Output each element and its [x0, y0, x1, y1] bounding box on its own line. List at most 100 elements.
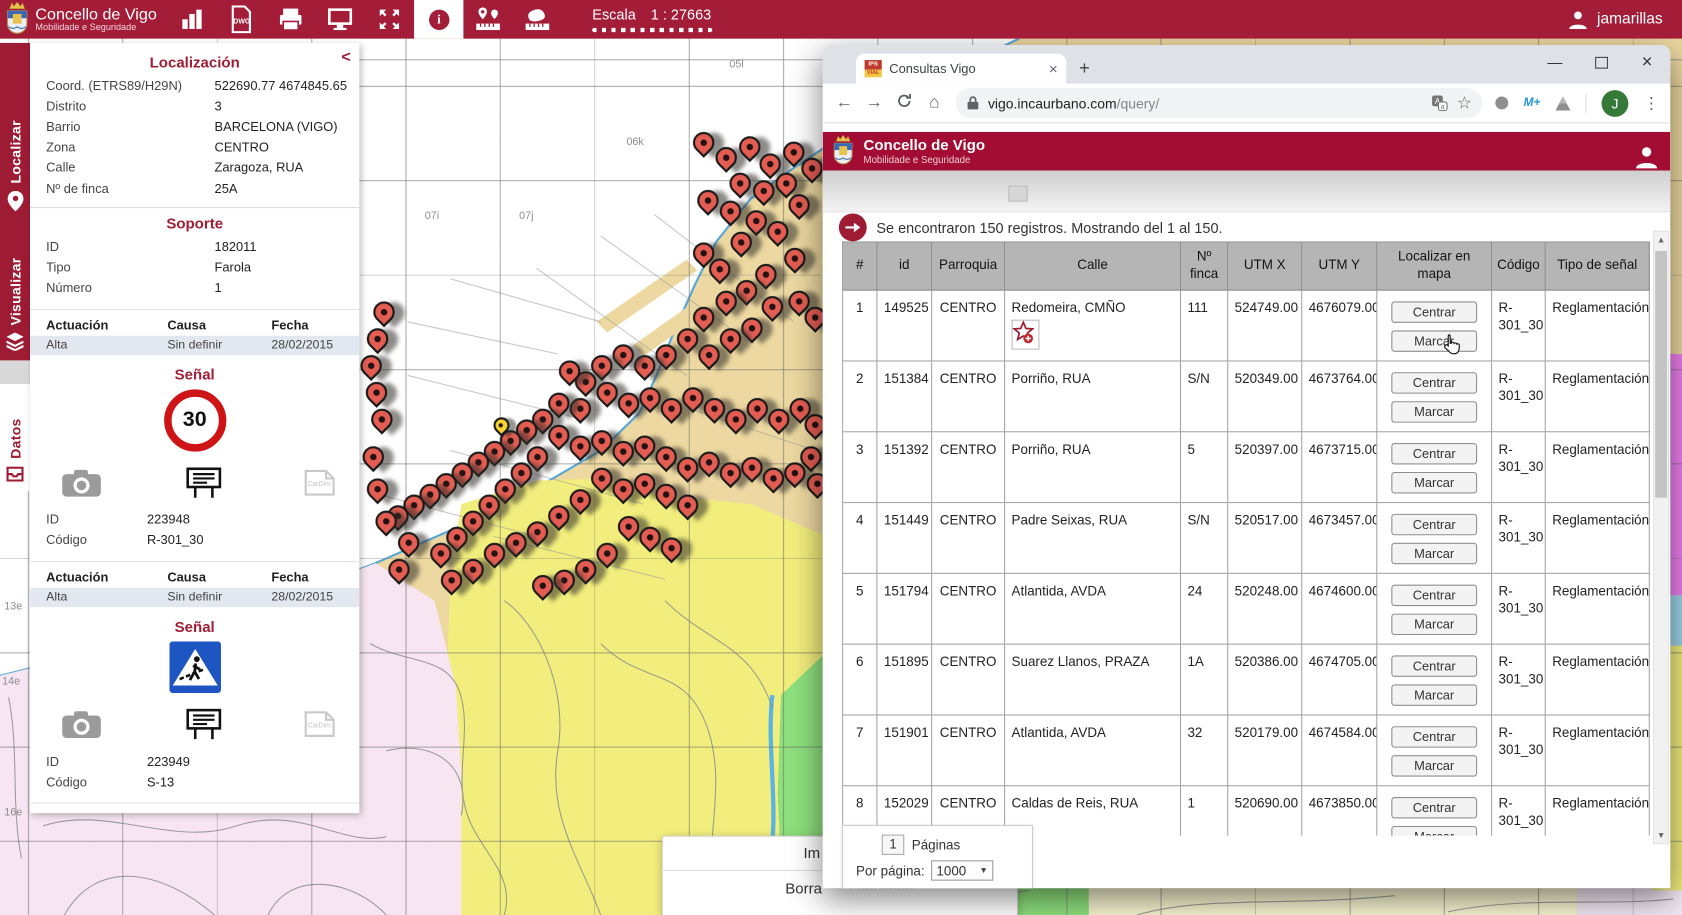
- centrar-button[interactable]: Centrar: [1391, 443, 1477, 464]
- per-page-select[interactable]: 1000 ▼: [931, 860, 993, 880]
- centrar-button[interactable]: Centrar: [1391, 514, 1477, 535]
- window-close-button[interactable]: ×: [1624, 45, 1670, 79]
- pages-label: Páginas: [912, 837, 960, 852]
- cell-finca: 111: [1181, 290, 1228, 361]
- imprimir-button-fragment[interactable]: Im: [803, 844, 820, 861]
- marcar-button[interactable]: Marcar: [1391, 330, 1477, 351]
- centrar-button[interactable]: Centrar: [1391, 301, 1477, 322]
- senal-2-fields: ID223949CódigoS-13: [30, 751, 359, 792]
- stats-button[interactable]: [167, 0, 216, 39]
- borrar-button-fragment[interactable]: Borra: [785, 880, 822, 897]
- tab-localizar-label: Localizar: [7, 120, 23, 183]
- cardim-icon[interactable]: CarDim: [304, 468, 336, 496]
- profile-avatar[interactable]: J: [1602, 90, 1629, 117]
- page-subtitle: Mobilidade e Seguridade: [864, 154, 986, 165]
- measure-distance-button[interactable]: [464, 0, 513, 39]
- cell-utmx: 524749.00: [1228, 290, 1302, 361]
- field-value: 223949: [147, 754, 190, 769]
- history-header-row: ActuaciónCausaFecha: [30, 808, 359, 813]
- field-row: ZonaCENTRO: [30, 137, 359, 158]
- sidebar-tab-datos[interactable]: Datos: [0, 384, 30, 491]
- marcar-button[interactable]: Marcar: [1391, 614, 1477, 635]
- page-scrollbar[interactable]: ▲ ▼: [1653, 231, 1669, 845]
- scroll-down-arrow[interactable]: ▼: [1654, 827, 1668, 843]
- cell-id: 151794: [877, 573, 932, 644]
- cell-calle: Redomeira, CMÑO: [1005, 290, 1181, 361]
- reload-icon: [896, 92, 913, 109]
- user-menu[interactable]: jamarillas: [1567, 9, 1663, 30]
- sidebar-tab-localizar[interactable]: Localizar: [0, 43, 30, 221]
- fullscreen-button[interactable]: [365, 0, 414, 39]
- marcar-button[interactable]: Marcar: [1391, 826, 1477, 836]
- username: jamarillas: [1597, 11, 1663, 28]
- favorite-add-icon[interactable]: [1012, 320, 1040, 350]
- scale-value: 1 : 27663: [651, 6, 711, 22]
- home-button[interactable]: ⌂: [919, 93, 949, 112]
- scale-indicator: Escala 1 : 27663: [592, 6, 712, 32]
- map-grid-cell-label: 07i: [425, 210, 439, 222]
- centrar-button[interactable]: Centrar: [1391, 655, 1477, 676]
- field-value: BARCELONA (VIGO): [215, 119, 338, 134]
- map-grid-cell-label: 14e: [2, 676, 20, 688]
- info-button[interactable]: i: [414, 0, 463, 39]
- cell-codigo: R-301_30: [1492, 290, 1546, 361]
- drive-extension-icon[interactable]: [1555, 96, 1570, 110]
- collapse-panel-button[interactable]: <: [341, 48, 350, 66]
- dwg-export-button[interactable]: DWG: [217, 0, 266, 39]
- centrar-button[interactable]: Centrar: [1391, 797, 1477, 818]
- tab-close-icon[interactable]: ×: [1049, 60, 1058, 77]
- browser-menu-icon[interactable]: ⋮: [1643, 93, 1659, 112]
- forward-button[interactable]: →: [859, 93, 889, 112]
- cell-tipo: Reglamentación: [1545, 573, 1649, 644]
- centrar-button[interactable]: Centrar: [1391, 372, 1477, 393]
- marcar-button[interactable]: Marcar: [1391, 401, 1477, 422]
- url-input[interactable]: vigo.incaurbano.com/query/ Aa ☆: [956, 88, 1483, 118]
- camera-icon[interactable]: [60, 708, 103, 740]
- measure-eraser-icon: [524, 6, 552, 32]
- map-grid-cell-label: 16e: [4, 807, 22, 819]
- extension-circle-icon[interactable]: [1496, 97, 1509, 110]
- cell-finca: 24: [1181, 573, 1228, 644]
- scroll-up-arrow[interactable]: ▲: [1654, 232, 1668, 248]
- page-number-input[interactable]: 1: [882, 835, 904, 855]
- scrollbar-thumb[interactable]: [1655, 251, 1667, 498]
- cell-parroquia: CENTRO: [932, 503, 1005, 574]
- marcar-button[interactable]: Marcar: [1391, 543, 1477, 564]
- centrar-button[interactable]: Centrar: [1391, 726, 1477, 747]
- window-minimize-button[interactable]: —: [1532, 45, 1578, 79]
- camera-icon[interactable]: [60, 466, 103, 498]
- reload-button[interactable]: [889, 92, 919, 115]
- pagination-panel: 1 Páginas Por página: 1000 ▼: [842, 825, 1033, 888]
- sign-panel-icon[interactable]: [185, 466, 221, 498]
- cardim-icon[interactable]: CarDim: [304, 710, 336, 738]
- marcar-button[interactable]: Marcar: [1391, 472, 1477, 493]
- column-header: #: [843, 242, 877, 290]
- info-icon: i: [429, 9, 449, 29]
- translate-icon[interactable]: Aa: [1431, 94, 1448, 111]
- browser-tab[interactable]: IPS VIAL Consultas Vigo ×: [856, 54, 1066, 84]
- field-row: ID223949: [30, 751, 359, 772]
- marcar-button[interactable]: Marcar: [1391, 684, 1477, 705]
- table-header-row: #idParroquiaCalleNº fincaUTM XUTM YLocal…: [843, 242, 1650, 290]
- sidebar-tab-visualizar[interactable]: Visualizar: [0, 221, 30, 360]
- web-page: Concello de Vigo Mobilidade e Seguridade…: [823, 123, 1670, 888]
- centrar-button[interactable]: Centrar: [1391, 585, 1477, 606]
- column-header: UTM X: [1228, 242, 1302, 290]
- print-button[interactable]: [266, 0, 315, 39]
- browser-titlebar[interactable]: IPS VIAL Consultas Vigo × + — ×: [823, 45, 1670, 84]
- hidden-control: [1008, 186, 1027, 202]
- measure-clear-button[interactable]: [513, 0, 562, 39]
- sign-panel-icon[interactable]: [185, 708, 221, 740]
- marcar-button[interactable]: Marcar: [1391, 755, 1477, 776]
- bookmark-star-icon[interactable]: ☆: [1457, 92, 1472, 113]
- field-value: 522690.77 4674845.65: [215, 78, 347, 93]
- field-label: Barrio: [46, 119, 214, 134]
- back-button[interactable]: ←: [829, 93, 859, 112]
- window-maximize-button[interactable]: [1578, 45, 1624, 79]
- movistar-extension-icon[interactable]: M+: [1524, 97, 1541, 110]
- cell-num: 7: [843, 715, 877, 786]
- screen-view-button[interactable]: [316, 0, 365, 39]
- history-cell: Sin definir: [167, 591, 271, 604]
- results-message: Se encontraron 150 registros. Mostrando …: [876, 220, 1222, 236]
- new-tab-button[interactable]: +: [1079, 59, 1090, 77]
